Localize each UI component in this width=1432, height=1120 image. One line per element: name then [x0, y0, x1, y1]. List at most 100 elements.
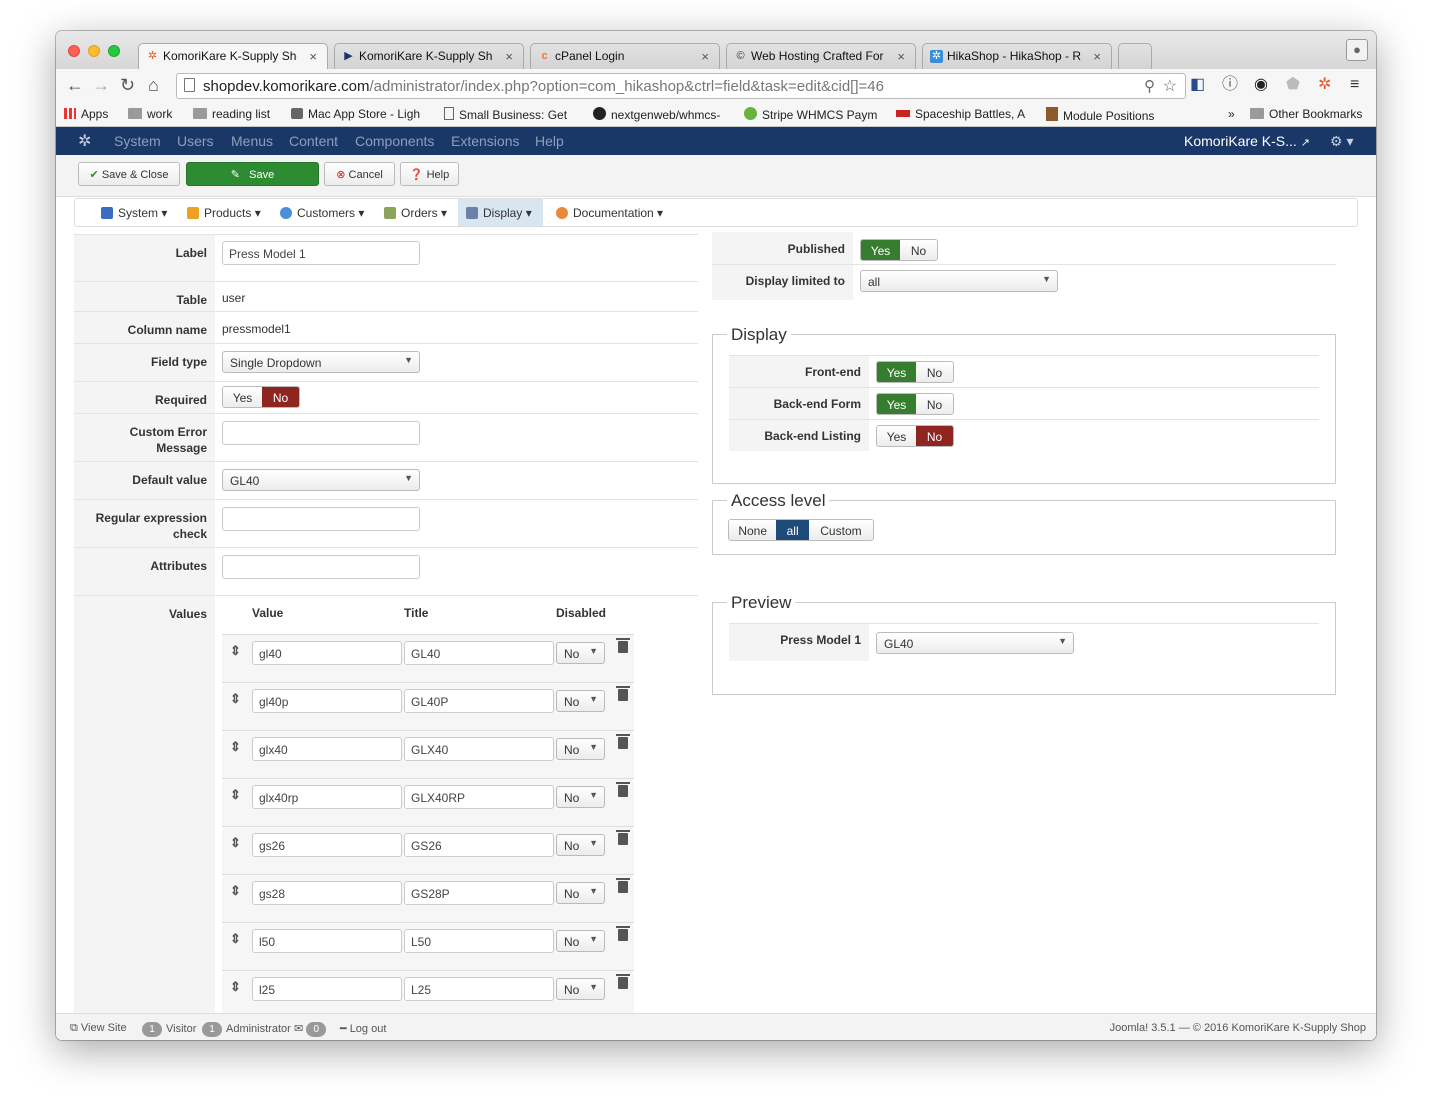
- frontend-no[interactable]: No: [915, 362, 953, 382]
- trash-icon[interactable]: [616, 638, 630, 653]
- bookmark-stripe[interactable]: Stripe WHMCS Paym: [744, 107, 878, 122]
- browser-tab-2[interactable]: ▶ KomoriKare K-Supply Shop ×: [334, 43, 524, 69]
- other-bookmarks[interactable]: Other Bookmarks: [1250, 107, 1362, 121]
- menu-components[interactable]: Components: [355, 133, 434, 149]
- disabled-select[interactable]: No ▼: [556, 834, 605, 856]
- gear-icon[interactable]: ⚙ ▾: [1330, 133, 1353, 150]
- color-extension-icon[interactable]: ◉: [1254, 76, 1268, 94]
- zoom-window-button[interactable]: [108, 45, 120, 57]
- drag-handle-icon[interactable]: ⇕: [230, 643, 241, 659]
- help-button[interactable]: ❓ Help: [400, 162, 459, 186]
- submenu-orders[interactable]: Orders ▾: [376, 199, 455, 226]
- value-input[interactable]: gl40p: [252, 689, 402, 713]
- address-bar[interactable]: shopdev.komorikare.com/administrator/ind…: [176, 73, 1186, 99]
- menu-menus[interactable]: Menus: [231, 133, 273, 149]
- required-no[interactable]: No: [261, 387, 299, 407]
- save-close-button[interactable]: ✔ Save & Close: [78, 162, 180, 186]
- browser-tab-5[interactable]: ✲ HikaShop - HikaShop - Rep ×: [922, 43, 1112, 69]
- save-button[interactable]: ✎ Save: [186, 162, 319, 186]
- title-input[interactable]: GL40: [404, 641, 554, 665]
- display-limited-select[interactable]: all ▼: [860, 270, 1058, 292]
- close-window-button[interactable]: [68, 45, 80, 57]
- submenu-documentation[interactable]: Documentation ▾: [548, 199, 671, 226]
- close-tab-icon[interactable]: ×: [701, 49, 709, 64]
- disabled-select[interactable]: No ▼: [556, 642, 605, 664]
- drag-handle-icon[interactable]: ⇕: [230, 883, 241, 899]
- bookmark-spaceship[interactable]: Spaceship Battles, A: [896, 107, 1030, 121]
- site-name-link[interactable]: KomoriKare K-S... ↗: [1184, 133, 1310, 149]
- forward-icon[interactable]: →: [92, 75, 110, 95]
- drag-handle-icon[interactable]: ⇕: [230, 787, 241, 803]
- access-all[interactable]: all: [776, 520, 809, 540]
- value-input[interactable]: l50: [252, 929, 402, 953]
- required-yes[interactable]: Yes: [223, 387, 262, 407]
- disabled-select[interactable]: No ▼: [556, 738, 605, 760]
- submenu-display[interactable]: Display ▾: [458, 199, 543, 226]
- close-tab-icon[interactable]: ×: [309, 49, 317, 64]
- reload-icon[interactable]: ↻: [120, 75, 135, 95]
- disabled-select[interactable]: No ▼: [556, 978, 605, 1000]
- title-input[interactable]: GLX40RP: [404, 785, 554, 809]
- home-icon[interactable]: ⌂: [148, 75, 159, 95]
- submenu-system[interactable]: System ▾: [93, 199, 175, 226]
- trash-icon[interactable]: [616, 782, 630, 797]
- attributes-input[interactable]: [222, 555, 420, 579]
- bookmark-mac-app-store[interactable]: Mac App Store - Ligh: [291, 107, 424, 121]
- bookmarks-overflow[interactable]: »: [1228, 107, 1235, 121]
- drag-handle-icon[interactable]: ⇕: [230, 739, 241, 755]
- value-input[interactable]: gs28: [252, 881, 402, 905]
- label-input[interactable]: Press Model 1: [222, 241, 420, 265]
- value-input[interactable]: glx40: [252, 737, 402, 761]
- title-input[interactable]: L50: [404, 929, 554, 953]
- regex-input[interactable]: [222, 507, 420, 531]
- info-extension-icon[interactable]: ⓘ: [1222, 76, 1238, 94]
- messages-status[interactable]: ✉ 0: [294, 1022, 330, 1037]
- view-site-link[interactable]: ⧉ View Site: [70, 1022, 127, 1035]
- menu-icon[interactable]: ≡: [1350, 76, 1359, 94]
- menu-content[interactable]: Content: [289, 133, 338, 149]
- drag-handle-icon[interactable]: ⇕: [230, 979, 241, 995]
- bookmark-github[interactable]: nextgenweb/whmcs-: [593, 107, 727, 122]
- minimize-window-button[interactable]: [88, 45, 100, 57]
- disabled-select[interactable]: No ▼: [556, 882, 605, 904]
- bookmark-reading-list[interactable]: reading list: [193, 107, 270, 121]
- browser-tab-4[interactable]: © Web Hosting Crafted For To ×: [726, 43, 916, 69]
- joomla-extension-icon[interactable]: ✲: [1318, 76, 1331, 94]
- profile-icon[interactable]: ●: [1346, 39, 1368, 61]
- menu-help[interactable]: Help: [535, 133, 564, 149]
- close-tab-icon[interactable]: ×: [1093, 49, 1101, 64]
- frontend-yes[interactable]: Yes: [877, 362, 916, 382]
- field-type-select[interactable]: Single Dropdown ▼: [222, 351, 420, 373]
- title-input[interactable]: L25: [404, 977, 554, 1001]
- disabled-select[interactable]: No ▼: [556, 930, 605, 952]
- back-icon[interactable]: ←: [66, 75, 84, 95]
- backend-listing-yes[interactable]: Yes: [877, 426, 916, 446]
- disabled-select[interactable]: No ▼: [556, 786, 605, 808]
- close-tab-icon[interactable]: ×: [897, 49, 905, 64]
- submenu-products[interactable]: Products ▾: [179, 199, 269, 226]
- zoom-icon[interactable]: ⚲: [1144, 77, 1155, 95]
- menu-users[interactable]: Users: [177, 133, 214, 149]
- bookmark-module-positions[interactable]: Module Positions: [1046, 107, 1154, 123]
- trash-icon[interactable]: [616, 830, 630, 845]
- logout-link[interactable]: ━ Log out: [340, 1022, 386, 1035]
- bookmark-work[interactable]: work: [128, 107, 172, 121]
- shield-icon[interactable]: ⬟: [1286, 76, 1300, 94]
- drag-handle-icon[interactable]: ⇕: [230, 835, 241, 851]
- value-input[interactable]: gl40: [252, 641, 402, 665]
- joomla-logo-icon[interactable]: ✲: [78, 131, 91, 151]
- backend-listing-no[interactable]: No: [915, 426, 953, 446]
- access-none[interactable]: None: [729, 520, 777, 540]
- trash-icon[interactable]: [616, 686, 630, 701]
- drag-handle-icon[interactable]: ⇕: [230, 691, 241, 707]
- bookmark-apps[interactable]: Apps: [64, 107, 108, 121]
- value-input[interactable]: l25: [252, 977, 402, 1001]
- menu-system[interactable]: System: [114, 133, 161, 149]
- value-input[interactable]: glx40rp: [252, 785, 402, 809]
- published-no[interactable]: No: [899, 240, 937, 260]
- title-input[interactable]: GS28P: [404, 881, 554, 905]
- browser-tab-3[interactable]: c cPanel Login ×: [530, 43, 720, 69]
- title-input[interactable]: GLX40: [404, 737, 554, 761]
- backend-form-no[interactable]: No: [915, 394, 953, 414]
- bookmark-small-business[interactable]: Small Business: Get: [444, 107, 576, 122]
